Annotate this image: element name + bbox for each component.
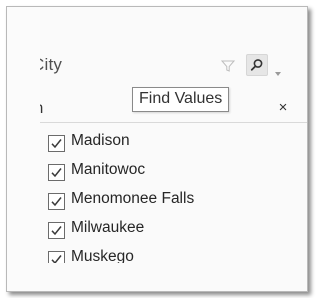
filter-card: City Find Values ×	[40, 7, 307, 291]
filter-card-title: City	[40, 55, 63, 74]
list-item[interactable]: Milwaukee	[40, 217, 307, 246]
list-item[interactable]: Madison	[40, 130, 307, 159]
checkbox[interactable]	[48, 164, 65, 181]
list-item[interactable]: Manitowoc	[40, 159, 307, 188]
list-item-label: Menomonee Falls	[71, 190, 195, 207]
checkbox[interactable]	[48, 135, 65, 152]
list-item-label: Milwaukee	[71, 219, 145, 236]
funnel-icon[interactable]	[220, 59, 236, 73]
chevron-down-icon[interactable]	[275, 63, 281, 76]
find-values-tooltip: Find Values	[132, 87, 230, 112]
magnifier-icon	[250, 59, 263, 71]
value-list: Madison Manitowoc Menomonee Falls Milwau…	[40, 130, 307, 275]
screenshot-frame: City Find Values ×	[6, 6, 308, 292]
clear-search-button[interactable]: ×	[275, 100, 291, 116]
list-clip-area	[40, 263, 307, 291]
checkbox[interactable]	[48, 222, 65, 239]
list-item-label: Manitowoc	[71, 161, 146, 178]
list-item[interactable]: Menomonee Falls	[40, 188, 307, 217]
filter-card-header: City	[40, 51, 307, 81]
list-item-label: Madison	[71, 132, 130, 149]
checkbox[interactable]	[48, 193, 65, 210]
find-values-button[interactable]	[246, 54, 268, 76]
